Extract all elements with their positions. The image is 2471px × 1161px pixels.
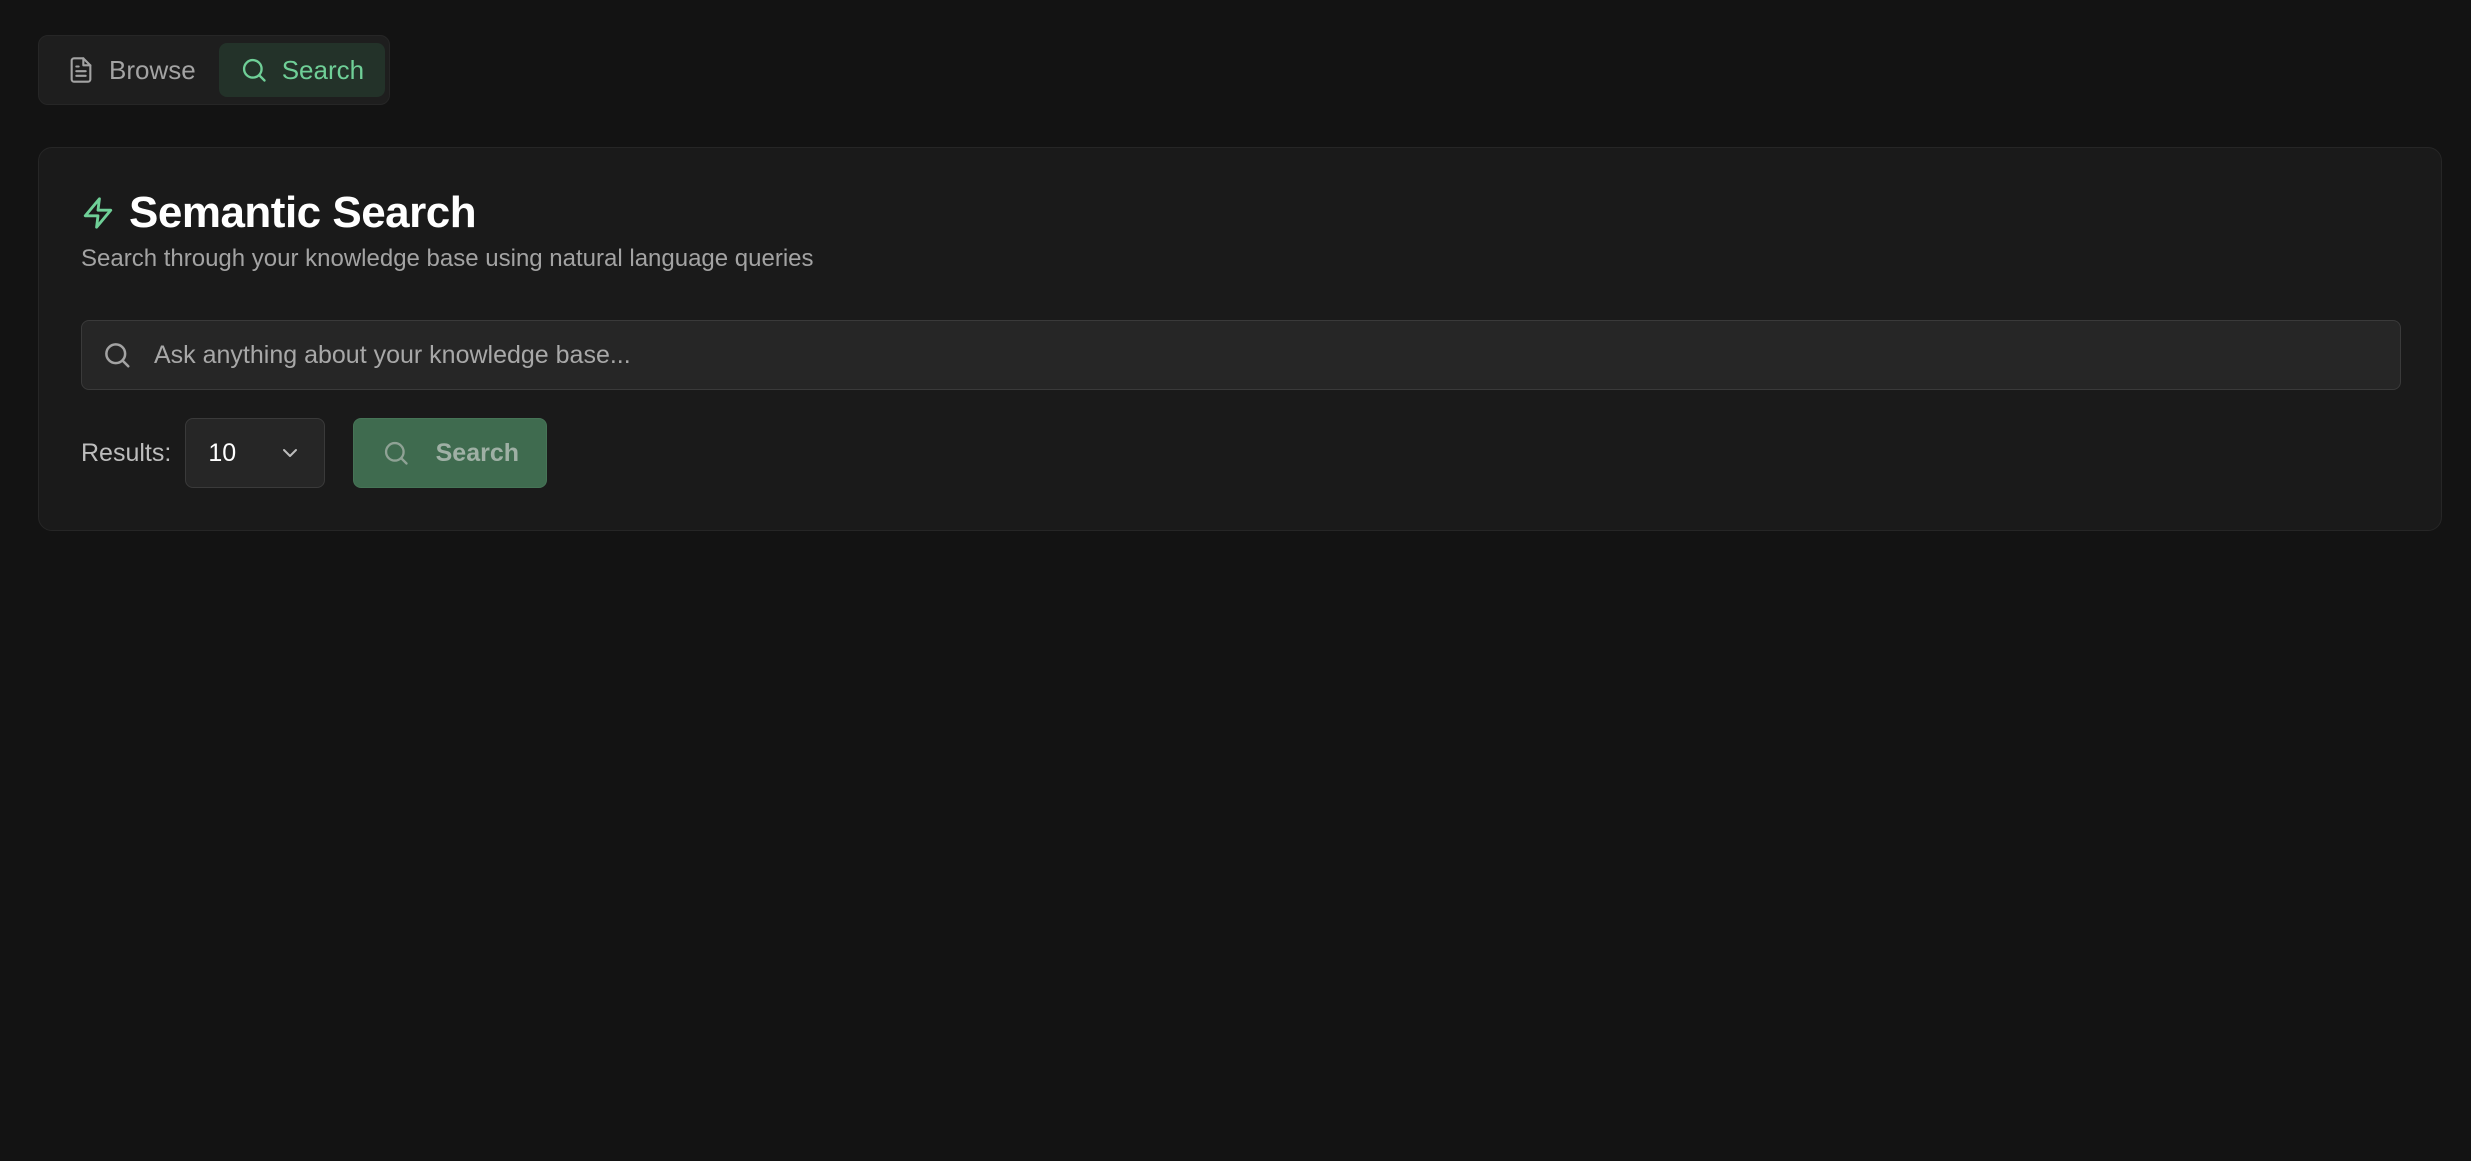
tab-search[interactable]: Search xyxy=(218,43,386,97)
search-button-label: Search xyxy=(435,438,519,467)
panel-header: Semantic Search xyxy=(81,188,477,238)
view-tab-bar: Browse Search xyxy=(38,35,390,105)
chevron-down-icon xyxy=(278,441,302,465)
tab-browse[interactable]: Browse xyxy=(46,43,217,97)
document-icon xyxy=(67,56,95,84)
lightning-icon xyxy=(81,196,115,230)
search-icon xyxy=(102,340,132,370)
search-icon xyxy=(240,56,268,84)
results-label: Results: xyxy=(81,438,172,467)
page-subtitle: Search through your knowledge base using… xyxy=(81,245,814,272)
search-button[interactable]: Search xyxy=(353,418,548,488)
tab-search-label: Search xyxy=(281,54,365,85)
tab-browse-label: Browse xyxy=(109,54,196,85)
results-count-value: 10 xyxy=(208,438,237,467)
results-count-select[interactable]: 10 xyxy=(185,418,326,488)
page-title: Semantic Search xyxy=(129,188,477,237)
search-field xyxy=(81,320,2401,390)
search-panel: Semantic Search Search through your know… xyxy=(38,147,2442,531)
search-icon xyxy=(382,439,410,467)
search-input[interactable] xyxy=(152,320,2400,390)
search-controls: Results: 10 Search xyxy=(81,418,548,488)
